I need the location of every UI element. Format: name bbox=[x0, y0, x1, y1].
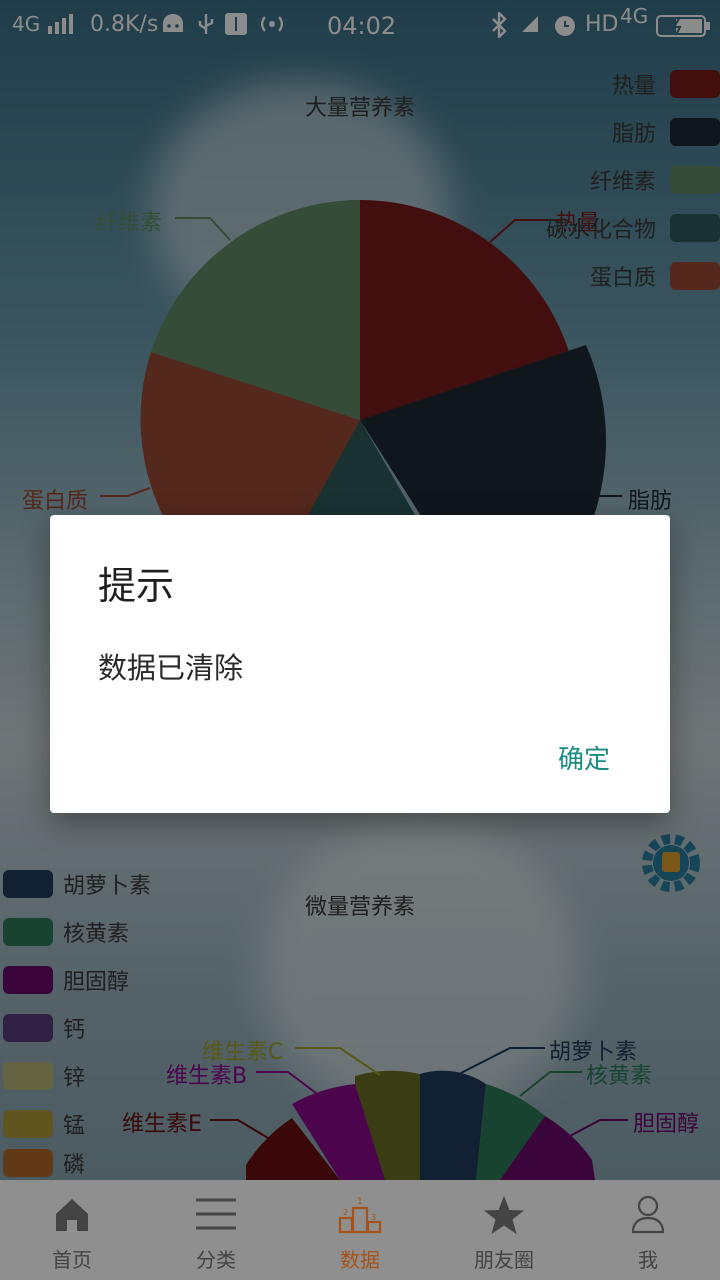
tab-label: 朋友圈 bbox=[474, 1248, 534, 1272]
tab-label: 首页 bbox=[52, 1248, 92, 1272]
tab-category[interactable]: 分类 bbox=[144, 1180, 288, 1280]
tab-me[interactable]: 我 bbox=[576, 1180, 720, 1280]
tab-moments[interactable]: 朋友圈 bbox=[432, 1180, 576, 1280]
tab-data[interactable]: 1 2 3 数据 bbox=[288, 1180, 432, 1280]
user-icon bbox=[631, 1195, 665, 1234]
dialog-title: 提示 bbox=[98, 564, 175, 608]
svg-text:1: 1 bbox=[357, 1197, 363, 1207]
star-icon bbox=[484, 1196, 524, 1234]
bottom-tab-bar: 首页 分类 1 2 3 数据 朋友圈 我 bbox=[0, 1180, 720, 1280]
tab-home[interactable]: 首页 bbox=[0, 1180, 144, 1280]
tab-label: 数据 bbox=[340, 1248, 380, 1272]
svg-text:2: 2 bbox=[343, 1208, 348, 1217]
tab-label: 我 bbox=[638, 1248, 658, 1272]
svg-text:3: 3 bbox=[371, 1213, 376, 1222]
home-icon bbox=[56, 1199, 88, 1231]
podium-icon: 1 2 3 bbox=[338, 1197, 382, 1234]
menu-icon bbox=[196, 1198, 236, 1230]
dialog-message: 数据已清除 bbox=[98, 651, 244, 685]
tab-label: 分类 bbox=[196, 1248, 236, 1272]
alert-dialog: 提示 数据已清除 确定 bbox=[50, 515, 670, 813]
confirm-button[interactable]: 确定 bbox=[558, 739, 610, 776]
